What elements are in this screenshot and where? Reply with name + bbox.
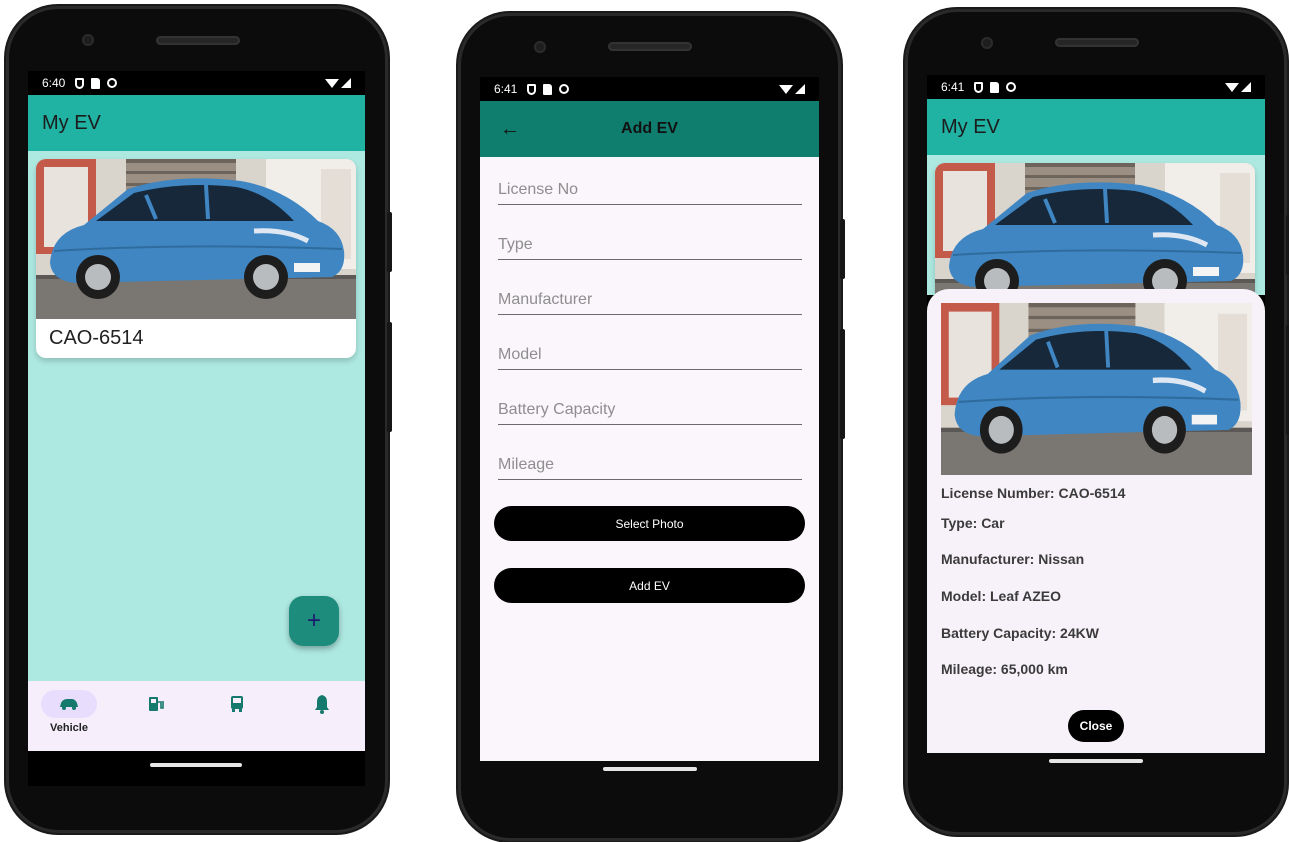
status-time: 6:40 (42, 76, 66, 90)
bell-icon (315, 695, 329, 714)
sync-icon (107, 78, 118, 88)
license-field[interactable] (498, 175, 802, 205)
detail-model: Model: Leaf AZEO (941, 588, 1062, 604)
manufacturer-field[interactable] (498, 285, 802, 315)
vehicle-list (927, 155, 1265, 323)
screen: 6:40 My EV CAO-6514 + Vehicle (28, 71, 365, 786)
detail-license-number: License Number: CAO-6514 (941, 485, 1126, 501)
vehicle-list: CAO-6514 + (28, 151, 365, 681)
power-button (840, 219, 845, 279)
car-icon (60, 699, 78, 710)
nav-item-bus[interactable] (209, 690, 265, 718)
app-bar: My EV (28, 95, 365, 151)
home-indicator[interactable] (603, 767, 697, 771)
app-bar: My EV (927, 99, 1265, 155)
nav-item-vehicle[interactable]: Vehicle (41, 690, 97, 734)
nav-selected-indicator (41, 690, 97, 718)
battery-capacity-input[interactable] (498, 395, 802, 424)
add-ev-button[interactable]: Add EV (494, 568, 805, 603)
type-input[interactable] (498, 230, 802, 259)
earpiece-speaker (1055, 38, 1139, 47)
vehicle-card[interactable]: CAO-6514 (36, 159, 356, 358)
status-time: 6:41 (941, 80, 965, 94)
vehicle-plate: CAO-6514 (49, 327, 144, 349)
model-input[interactable] (498, 340, 802, 369)
detail-mileage: Mileage: 65,000 km (941, 661, 1068, 677)
phone-frame-vehicle-list: 6:40 My EV CAO-6514 + Vehicle (6, 6, 392, 833)
app-title: My EV (42, 111, 101, 134)
bus-icon (231, 696, 243, 712)
home-indicator[interactable] (150, 763, 242, 767)
status-bar: 6:40 (28, 71, 365, 95)
front-camera (82, 34, 94, 46)
mileage-field[interactable] (498, 450, 802, 480)
power-button (387, 212, 392, 272)
nav-pill (209, 690, 265, 718)
wifi-icon (779, 84, 793, 94)
detail-type: Type: Car (941, 515, 1005, 531)
nav-item-charging[interactable] (128, 690, 184, 718)
nav-item-notifications[interactable] (294, 690, 350, 718)
status-time: 6:41 (494, 82, 518, 96)
battery-capacity-field[interactable] (498, 395, 802, 425)
manufacturer-input[interactable] (498, 285, 802, 314)
app-bar: ← Add EV (480, 101, 819, 157)
signal-icon (795, 84, 805, 94)
wifi-icon (1225, 82, 1239, 92)
add-vehicle-fab[interactable]: + (289, 596, 339, 646)
sync-icon (559, 84, 570, 94)
status-bar: 6:41 (927, 75, 1265, 99)
plus-icon: + (306, 607, 321, 634)
shield-icon (974, 81, 984, 93)
nav-pill (128, 690, 184, 718)
phone-frame-vehicle-details: 6:41 My EV License Number: CAO-6514 Type… (905, 9, 1289, 835)
earpiece-speaker (156, 36, 240, 45)
select-photo-button[interactable]: Select Photo (494, 506, 805, 541)
bottom-navigation: Vehicle (28, 681, 365, 751)
mileage-input[interactable] (498, 450, 802, 479)
car-photo (36, 159, 356, 319)
shield-icon (527, 83, 537, 95)
model-field[interactable] (498, 340, 802, 370)
signal-icon (341, 78, 351, 88)
ev-station-icon (149, 697, 164, 711)
detail-manufacturer: Manufacturer: Nissan (941, 551, 1085, 567)
signal-icon (1241, 82, 1251, 92)
nav-label-vehicle: Vehicle (50, 722, 88, 734)
status-bar: 6:41 (480, 77, 819, 101)
close-button[interactable]: Close (1068, 710, 1124, 742)
detail-car-photo (941, 303, 1252, 475)
app-title: My EV (941, 115, 1000, 138)
vehicle-details-sheet: License Number: CAO-6514 Type: Car Manuf… (927, 289, 1265, 753)
screen: 6:41 ← Add EV License No Type Manufactur… (480, 77, 819, 761)
front-camera (534, 41, 546, 53)
license-input[interactable] (498, 175, 802, 204)
sd-card-icon (543, 83, 553, 95)
volume-button (387, 322, 392, 432)
wifi-icon (325, 78, 339, 88)
screen: 6:41 My EV License Number: CAO-6514 Type… (927, 75, 1265, 753)
sd-card-icon (990, 81, 1000, 93)
type-field[interactable] (498, 230, 802, 260)
front-camera (981, 37, 993, 49)
nav-pill (294, 690, 350, 718)
home-indicator[interactable] (1049, 759, 1143, 763)
phone-frame-add-ev: 6:41 ← Add EV License No Type Manufactur… (458, 13, 845, 841)
volume-button (840, 329, 845, 439)
shield-icon (75, 77, 85, 89)
earpiece-speaker (608, 42, 692, 51)
detail-battery-capacity: Battery Capacity: 24KW (941, 625, 1099, 641)
page-title: Add EV (621, 120, 678, 137)
sd-card-icon (91, 77, 101, 89)
sync-icon (1006, 82, 1017, 92)
